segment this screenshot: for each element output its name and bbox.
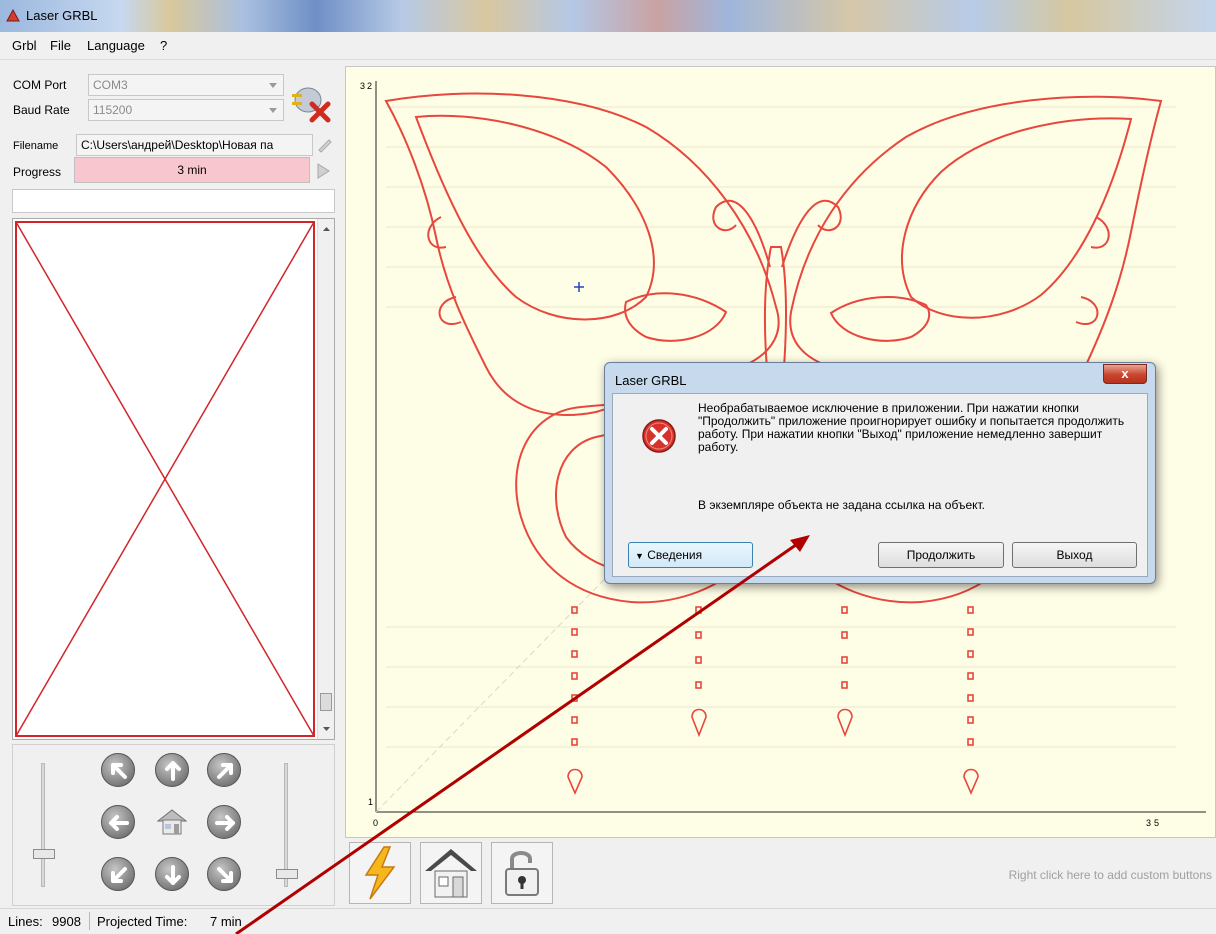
slider-thumb[interactable] <box>276 869 298 879</box>
vertical-scrollbar[interactable] <box>317 219 334 739</box>
command-input[interactable] <box>12 189 335 213</box>
error-icon <box>642 419 676 453</box>
jog-right-button[interactable] <box>207 805 241 839</box>
jog-left-button[interactable] <box>101 805 135 839</box>
y-axis-max-label: 32 <box>360 81 375 91</box>
arrow-up-icon <box>165 761 181 781</box>
tassel-mid-right <box>837 606 853 738</box>
window-title: Laser GRBL <box>26 8 98 23</box>
baud-rate-value: 115200 <box>93 103 133 117</box>
details-button[interactable]: ▼ Сведения <box>628 542 753 568</box>
arrow-down-left-icon <box>111 867 127 883</box>
lightning-icon <box>364 846 396 900</box>
scroll-up-icon[interactable] <box>318 221 335 237</box>
slider-thumb[interactable] <box>33 849 55 859</box>
home-icon <box>425 849 477 898</box>
status-bar: Lines: 9908 Projected Time: 7 min <box>0 908 1216 934</box>
y-axis-min-label: 1 <box>368 797 374 807</box>
com-port-value: COM3 <box>93 78 128 92</box>
com-port-label: COM Port <box>13 78 67 92</box>
jog-down-left-button[interactable] <box>101 857 135 891</box>
dialog-title: Laser GRBL <box>615 373 687 388</box>
arrow-up-right-icon <box>217 763 233 779</box>
custom-buttons-hint: Right click here to add custom buttons <box>1008 868 1212 882</box>
tassel-left <box>567 606 583 795</box>
disconnect-button[interactable] <box>288 82 334 124</box>
projected-time-label: Projected Time: <box>97 914 188 929</box>
progress-label: Progress <box>13 165 62 179</box>
jog-panel <box>12 744 335 906</box>
laser-app-icon <box>6 9 20 22</box>
tassel-right <box>963 606 979 795</box>
lines-value: 9908 <box>52 914 81 929</box>
status-divider <box>89 912 90 930</box>
arrow-down-icon <box>165 865 181 885</box>
jog-up-left-button[interactable] <box>101 753 135 787</box>
progress-text: 3 min <box>177 163 207 177</box>
dialog-message: Необрабатываемое исключение в приложении… <box>698 401 1125 454</box>
gcode-preview[interactable] <box>12 218 335 740</box>
disconnect-icon <box>292 87 331 123</box>
jog-down-right-button[interactable] <box>207 857 241 891</box>
jog-down-button[interactable] <box>155 857 189 891</box>
custom-button-bar[interactable]: Right click here to add custom buttons <box>345 838 1216 908</box>
unlock-button[interactable] <box>491 842 553 904</box>
menu-language[interactable]: Language <box>87 38 145 53</box>
lightning-button[interactable] <box>349 842 411 904</box>
projected-time-value: 7 min <box>210 914 242 929</box>
x-axis-min-label: 0 <box>373 818 379 828</box>
laser-position-marker <box>574 282 584 292</box>
com-port-select[interactable]: COM3 <box>88 74 284 96</box>
menu-grbl[interactable]: Grbl <box>12 38 37 53</box>
menu-bar: Grbl File Language ? <box>0 32 1216 60</box>
image-placeholder-icon <box>15 221 315 737</box>
chevron-down-icon <box>269 108 277 113</box>
x-axis-max-label: 35 <box>1146 818 1163 828</box>
home-button[interactable] <box>420 842 482 904</box>
arrow-up-left-icon <box>111 763 127 779</box>
jog-up-right-button[interactable] <box>207 753 241 787</box>
close-icon: x <box>1121 366 1129 381</box>
home-icon <box>156 809 188 835</box>
menu-help[interactable]: ? <box>160 38 167 53</box>
error-dialog[interactable]: Laser GRBL x Необрабатываемое исключение… <box>604 362 1156 584</box>
dialog-body: Необрабатываемое исключение в приложении… <box>612 393 1148 577</box>
scroll-thumb[interactable] <box>320 693 332 711</box>
tassel-mid-left <box>691 606 707 738</box>
arrow-down-right-icon <box>217 867 233 883</box>
baud-rate-label: Baud Rate <box>13 103 70 117</box>
step-slider[interactable] <box>276 763 298 887</box>
exit-button[interactable]: Выход <box>1012 542 1137 568</box>
filename-field[interactable]: C:\Users\андрей\Desktop\Новая па <box>76 134 313 156</box>
continue-button[interactable]: Продолжить <box>878 542 1004 568</box>
speed-slider[interactable] <box>33 763 55 887</box>
jog-home-button[interactable] <box>155 805 189 839</box>
pencil-icon[interactable] <box>316 137 334 153</box>
menu-file[interactable]: File <box>50 38 71 53</box>
dialog-detail-text: В экземпляре объекта не задана ссылка на… <box>698 498 986 512</box>
jog-up-button[interactable] <box>155 753 189 787</box>
chevron-down-icon <box>269 83 277 88</box>
baud-rate-select[interactable]: 115200 <box>88 99 284 121</box>
triangle-down-icon: ▼ <box>635 551 644 561</box>
play-icon[interactable] <box>315 162 331 180</box>
arrow-left-icon <box>109 815 129 831</box>
scroll-down-icon[interactable] <box>318 721 335 737</box>
dialog-close-button[interactable]: x <box>1103 364 1147 384</box>
unlock-icon <box>505 851 539 896</box>
progress-bar: 3 min <box>74 157 310 183</box>
lines-label: Lines: <box>8 914 43 929</box>
details-button-label: Сведения <box>647 548 703 562</box>
arrow-right-icon <box>215 815 235 831</box>
filename-label: Filename <box>13 140 59 152</box>
title-bar: Laser GRBL <box>0 0 1216 32</box>
